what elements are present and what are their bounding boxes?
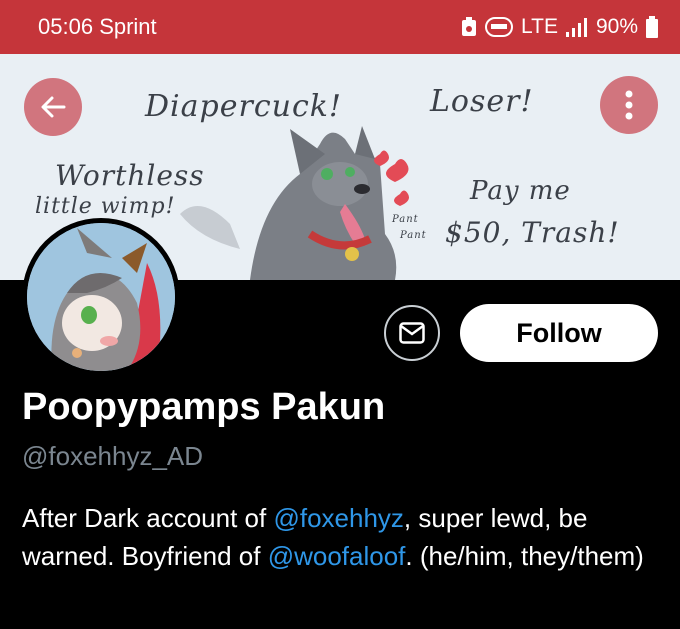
status-right: LTE 90% (461, 15, 658, 39)
bio-text: After Dark account of (22, 503, 274, 533)
status-carrier: Sprint (99, 14, 157, 39)
bio: After Dark account of @foxehhyz, super l… (22, 499, 662, 575)
mention-link-foxehhyz[interactable]: @foxehhyz (273, 503, 403, 533)
banner-text-6: $50, Trash! (445, 216, 620, 249)
volte-icon (485, 17, 513, 37)
signal-icon (565, 18, 587, 37)
follow-button[interactable]: Follow (460, 304, 658, 362)
status-bar: 05:06 Sprint LTE 90% (0, 0, 680, 54)
recycle-icon (462, 17, 476, 36)
mail-icon (399, 322, 425, 344)
arrow-left-icon (41, 96, 66, 118)
banner-text-4: little wimp! (35, 194, 176, 219)
display-name: Poopypamps Pakun (22, 386, 386, 428)
banner-text-8: Pant (400, 230, 427, 241)
avatar[interactable] (22, 218, 180, 376)
message-button[interactable] (384, 305, 440, 361)
battery-icon (646, 16, 658, 38)
status-left: 05:06 Sprint (38, 14, 157, 40)
more-vertical-icon (625, 90, 633, 120)
banner-text-1: Diapercuck! (145, 89, 342, 124)
user-handle: @foxehhyz_AD (22, 441, 204, 471)
more-options-button[interactable] (600, 76, 658, 134)
battery-percent: 90% (595, 15, 638, 38)
back-button[interactable] (24, 78, 82, 136)
bio-text: . (he/him, they/them) (405, 541, 644, 571)
avatar-artwork (27, 223, 175, 371)
banner-text-2: Loser! (430, 84, 534, 119)
status-time: 05:06 (38, 14, 94, 39)
banner-text-5: Pay me (470, 176, 571, 206)
network-type: LTE (521, 15, 558, 38)
banner-text-3: Worthless (55, 159, 205, 192)
avatar-image (27, 223, 175, 371)
banner-text-7: Pant (392, 214, 419, 225)
mention-link-woofaloof[interactable]: @woofaloof (268, 541, 406, 571)
